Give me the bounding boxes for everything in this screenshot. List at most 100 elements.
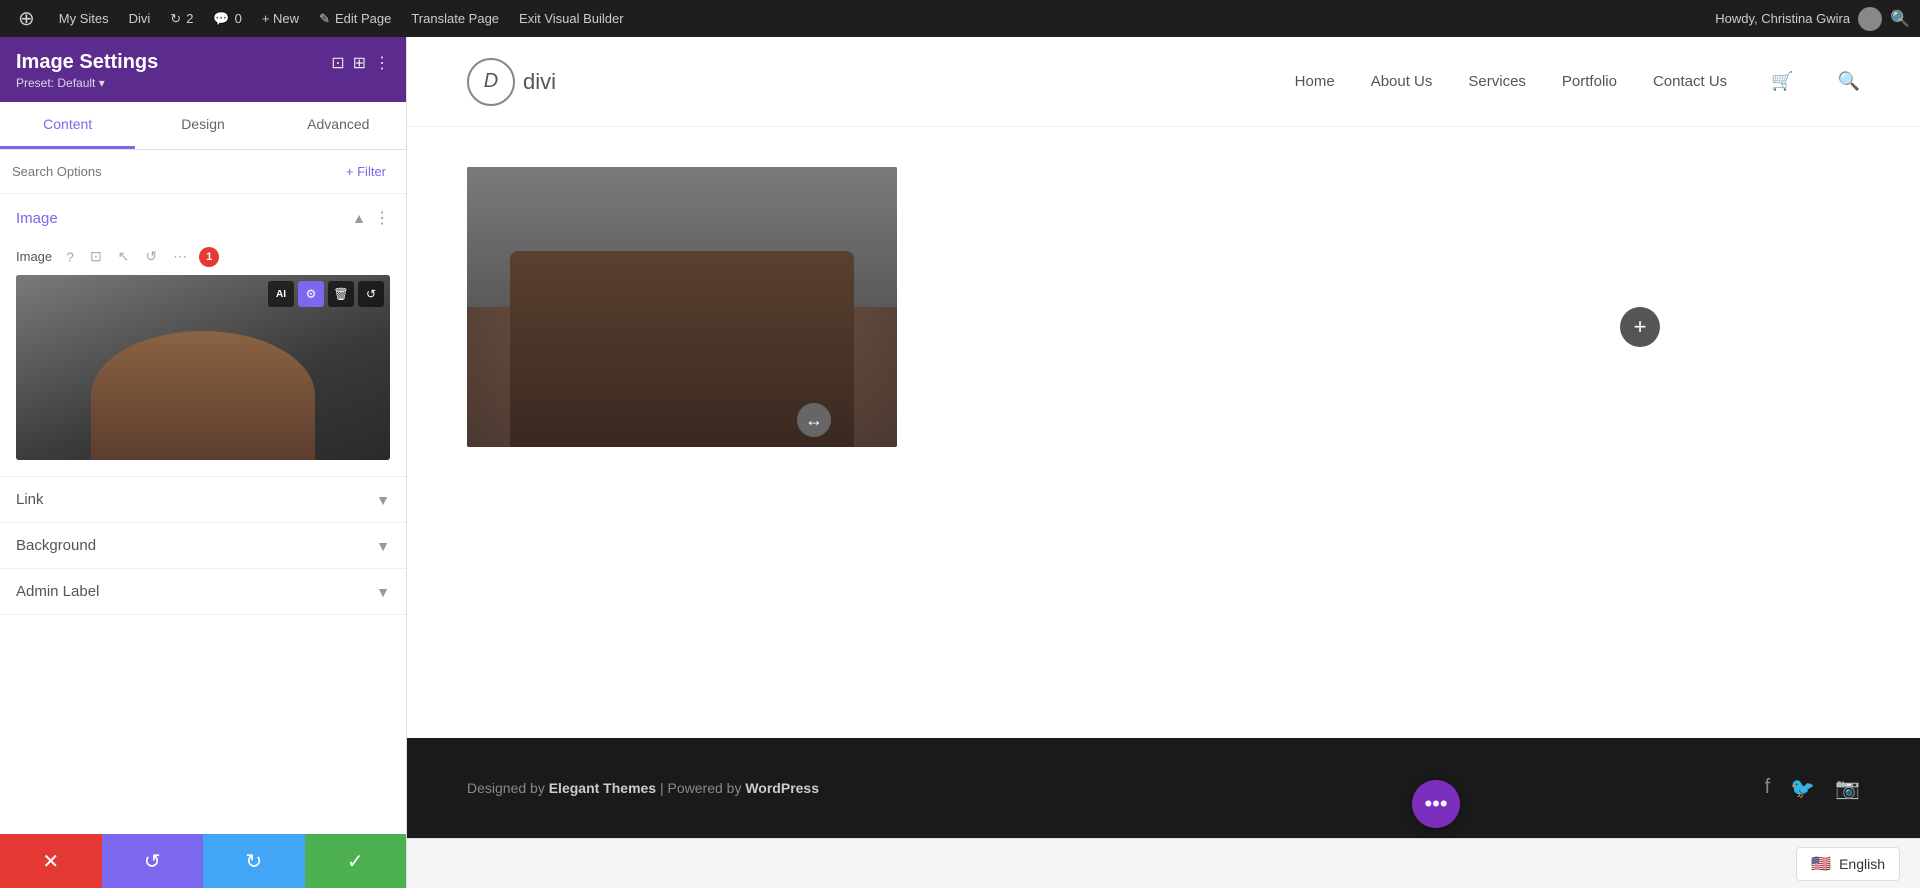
more-field-icon[interactable]: ⋯ [169, 246, 191, 267]
responsive-icon[interactable]: ⊡ [331, 53, 344, 73]
add-content-button[interactable]: + [1620, 307, 1660, 347]
panel-title-block: Image Settings Preset: Default ▾ [16, 51, 158, 90]
search-input[interactable] [12, 164, 338, 179]
ai-icon[interactable]: AI [268, 281, 294, 307]
chevron-up-icon: ▲ [352, 210, 366, 226]
image-preview-container: AI ⚙ 🗑 ↺ [16, 275, 390, 460]
nav-about[interactable]: About Us [1371, 73, 1433, 90]
image-section-header[interactable]: Image ▲ ⋮ [0, 194, 406, 242]
settings-icon[interactable]: ⚙ [298, 281, 324, 307]
image-overlay-icons: AI ⚙ 🗑 ↺ [268, 281, 384, 307]
help-icon[interactable]: ? [62, 247, 78, 267]
undo-button[interactable]: ↺ [102, 834, 204, 888]
page-content: ↔ + [407, 127, 1920, 738]
comments-count: 0 [235, 11, 242, 26]
main-photo [467, 167, 897, 447]
link-section: Link ▼ [0, 477, 406, 523]
section-header-right: ▲ ⋮ [352, 208, 390, 228]
floating-action-button[interactable]: ••• [1412, 780, 1460, 828]
main-image[interactable] [467, 167, 897, 447]
more-icon[interactable]: ⋮ [374, 53, 390, 73]
exit-builder-btn[interactable]: Exit Visual Builder [511, 0, 632, 37]
tab-content[interactable]: Content [0, 102, 135, 149]
resize-handle[interactable]: ↔ [797, 403, 831, 437]
save-icon: ✓ [347, 849, 364, 874]
footer-credit: Designed by Elegant Themes | Powered by … [467, 780, 819, 796]
redo-icon: ↻ [245, 849, 262, 874]
background-section-title: Background [16, 537, 96, 554]
exit-builder-label: Exit Visual Builder [519, 11, 624, 26]
tab-design[interactable]: Design [135, 102, 270, 149]
search-icon[interactable]: 🔍 [1890, 9, 1910, 29]
nav-search-icon[interactable]: 🔍 [1838, 71, 1860, 92]
language-selector[interactable]: 🇺🇸 English [1796, 847, 1900, 881]
wp-logo-icon[interactable]: ⊕ [10, 0, 43, 37]
floating-btn-label: ••• [1424, 791, 1447, 817]
logo-circle: D [467, 58, 515, 106]
reset-icon[interactable]: ↺ [141, 246, 161, 267]
bottom-bar: 🇺🇸 English [407, 838, 1920, 888]
panel-header: Image Settings Preset: Default ▾ ⊡ ⊞ ⋮ [0, 37, 406, 102]
site-logo: D divi [467, 58, 556, 106]
filter-button[interactable]: + Filter [338, 160, 394, 183]
cancel-icon: ✕ [42, 849, 59, 874]
redo-button[interactable]: ↻ [203, 834, 305, 888]
link-chevron-icon: ▼ [376, 492, 390, 508]
image-preview[interactable]: AI ⚙ 🗑 ↺ [16, 275, 390, 460]
twitter-icon[interactable]: 🐦 [1790, 776, 1815, 801]
translate-btn[interactable]: Translate Page [403, 0, 507, 37]
background-section: Background ▼ [0, 523, 406, 569]
site-header: D divi Home About Us Services Portfolio … [407, 37, 1920, 127]
filter-label: + Filter [346, 164, 386, 179]
undo-overlay-icon[interactable]: ↺ [358, 281, 384, 307]
admin-label-section-header[interactable]: Admin Label ▼ [0, 569, 406, 614]
panel-bottom-actions: ✕ ↺ ↻ ✓ [0, 834, 406, 888]
tab-advanced[interactable]: Advanced [271, 102, 406, 149]
divi-btn[interactable]: Divi [121, 0, 159, 37]
cart-icon[interactable]: 🛒 [1771, 71, 1793, 92]
panel-header-icons: ⊡ ⊞ ⋮ [331, 53, 390, 73]
more-options-icon[interactable]: ⋮ [374, 208, 390, 228]
language-label: English [1839, 856, 1885, 872]
columns-icon[interactable]: ⊞ [353, 53, 366, 73]
panel-preset[interactable]: Preset: Default ▾ [16, 76, 158, 90]
right-content: D divi Home About Us Services Portfolio … [407, 37, 1920, 888]
designed-by-text: Designed by [467, 780, 545, 796]
updates-btn[interactable]: ↻ 2 [162, 0, 201, 37]
image-badge: 1 [199, 247, 219, 267]
wordpress-link[interactable]: WordPress [745, 780, 819, 796]
link-section-header[interactable]: Link ▼ [0, 477, 406, 522]
nav-services[interactable]: Services [1468, 73, 1526, 90]
nav-contact[interactable]: Contact Us [1653, 73, 1727, 90]
copy-icon[interactable]: ⊡ [86, 246, 106, 267]
nav-home[interactable]: Home [1295, 73, 1335, 90]
cancel-button[interactable]: ✕ [0, 834, 102, 888]
admin-user-info: Howdy, Christina Gwira 🔍 [1715, 7, 1910, 31]
avatar [1858, 7, 1882, 31]
my-sites-label: My Sites [59, 11, 109, 26]
background-section-header[interactable]: Background ▼ [0, 523, 406, 568]
admin-bar: ⊕ My Sites Divi ↻ 2 💬 0 + New ✎ Edit Pag… [0, 0, 1920, 37]
elegant-themes-link[interactable]: Elegant Themes [549, 780, 656, 796]
new-btn[interactable]: + New [254, 0, 307, 37]
site-footer: Designed by Elegant Themes | Powered by … [407, 738, 1920, 838]
cursor-icon[interactable]: ↖ [114, 246, 134, 267]
save-button[interactable]: ✓ [305, 834, 407, 888]
comments-btn[interactable]: 💬 0 [205, 0, 249, 37]
divi-label: Divi [129, 11, 151, 26]
admin-label-section: Admin Label ▼ [0, 569, 406, 615]
nav-portfolio[interactable]: Portfolio [1562, 73, 1617, 90]
delete-icon[interactable]: 🗑 [328, 281, 354, 307]
background-chevron-icon: ▼ [376, 538, 390, 554]
image-field-label: Image [16, 249, 52, 264]
logo-name: divi [523, 69, 556, 95]
powered-by-text: | Powered by [660, 780, 741, 796]
edit-page-btn[interactable]: ✎ Edit Page [311, 0, 399, 37]
site-nav: Home About Us Services Portfolio Contact… [1295, 71, 1860, 92]
undo-icon: ↺ [144, 849, 161, 874]
social-icons: f 🐦 📷 [1765, 776, 1860, 801]
my-sites-btn[interactable]: My Sites [51, 0, 117, 37]
image-section-title: Image [16, 210, 58, 227]
instagram-icon[interactable]: 📷 [1835, 776, 1860, 801]
facebook-icon[interactable]: f [1765, 776, 1771, 801]
